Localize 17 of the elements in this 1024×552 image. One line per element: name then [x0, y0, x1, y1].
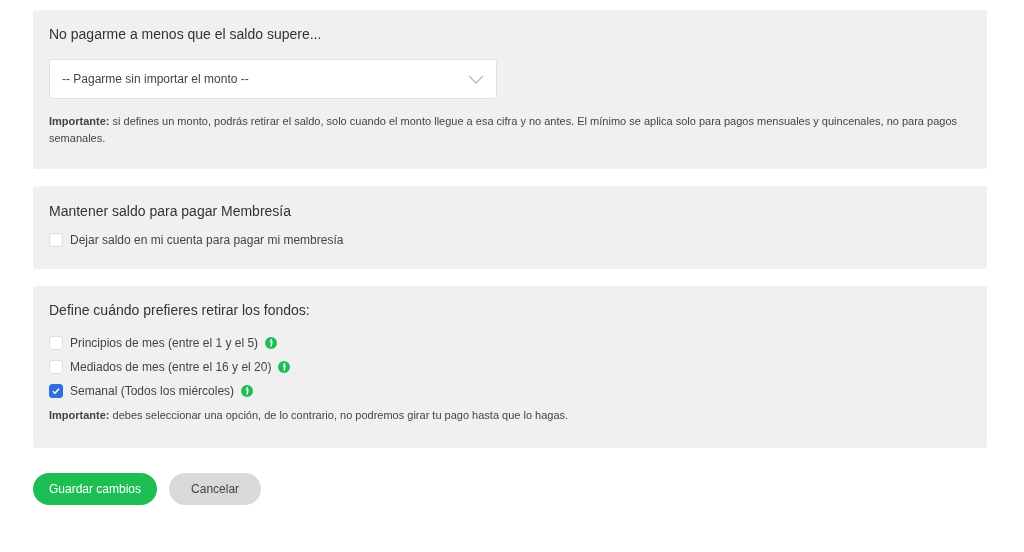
checkbox-label: Dejar saldo en mi cuenta para pagar mi membresía — [70, 233, 344, 247]
section-title: Define cuándo prefieres retirar los fondos: — [49, 302, 311, 318]
checkbox-label: Semanal (Todos los miércoles) — [70, 384, 235, 398]
cancel-button[interactable]: Cancelar — [169, 473, 262, 505]
checkmark-icon — [51, 386, 61, 396]
checkbox[interactable] — [49, 384, 63, 398]
info-icon[interactable] — [265, 337, 278, 349]
checkbox-label: Principios de mes (entre el 1 y el 5) — [70, 336, 259, 350]
important-note: Importante: si defines un monto, podrás retirar el saldo, solo cuando el monto llegue a esa cifra y no antes. El mínimo se aplica solo para pagos mensuales y quincenales, no para pagos semanales. — [49, 114, 958, 146]
section-title: Mantener saldo para pagar Membresía — [49, 203, 293, 219]
info-icon[interactable] — [241, 385, 254, 397]
checkbox-label: Mediados de mes (entre el 16 y el 20) — [70, 360, 272, 374]
info-icon[interactable] — [278, 361, 291, 373]
section-title: No pagarme a menos que el saldo supere... — [49, 26, 323, 42]
important-note: Importante: debes seleccionar una opción, de lo contrario, no podremos girar tu pago hasta que lo hagas. — [49, 408, 570, 423]
chevron-down-icon — [468, 74, 484, 84]
amount-dropdown[interactable]: -- Pagarme sin importar el monto -- — [49, 59, 497, 99]
